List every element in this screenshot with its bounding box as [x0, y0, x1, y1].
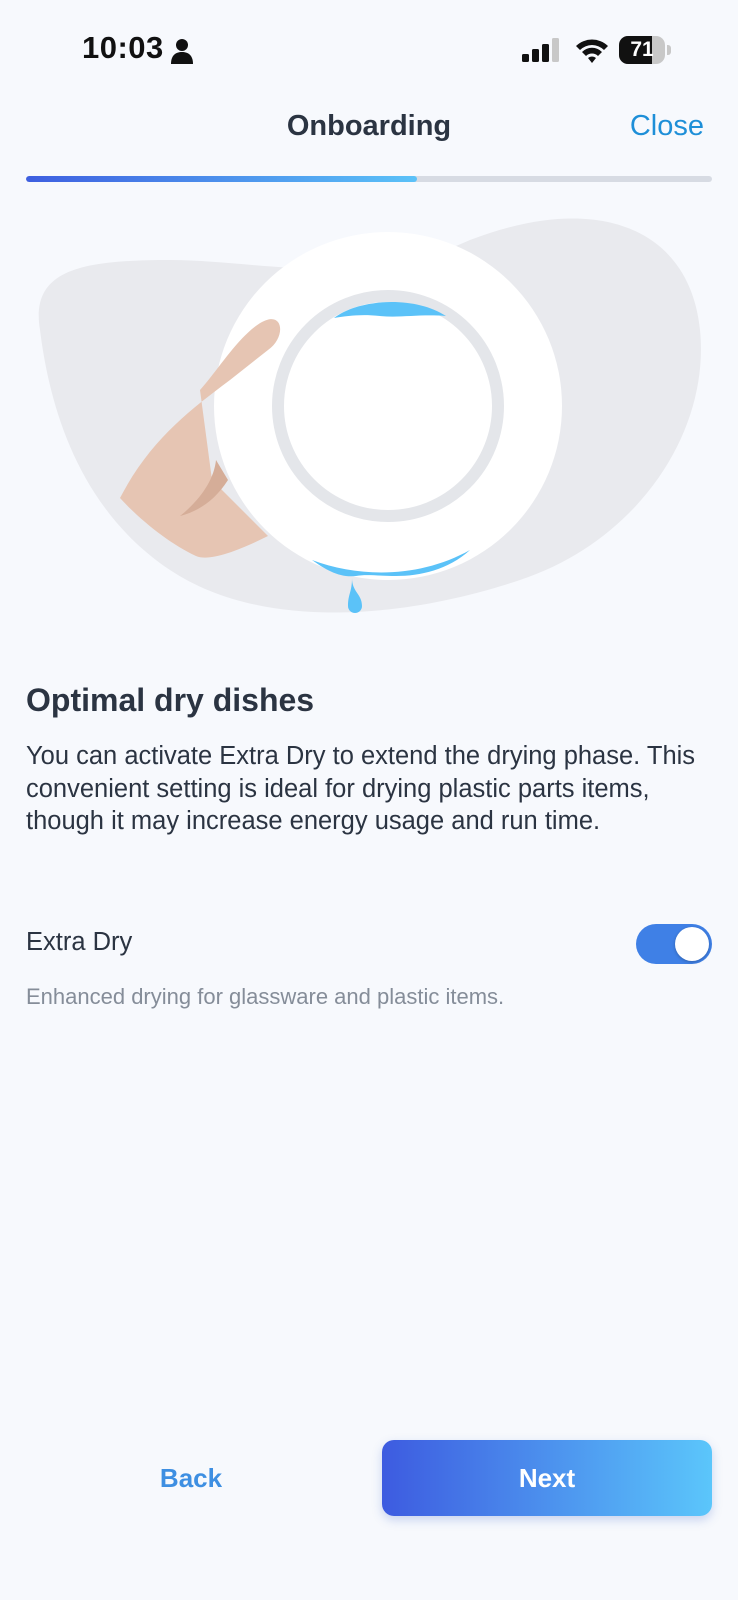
battery-icon: 71 — [619, 36, 671, 64]
page-title: Onboarding — [286, 110, 452, 142]
extra-dry-toggle[interactable] — [636, 924, 712, 964]
section-title: Optimal dry dishes — [26, 682, 315, 718]
extra-dry-label: Extra Dry — [26, 928, 133, 956]
section-description: You can activate Extra Dry to extend the… — [26, 742, 696, 835]
toggle-knob — [675, 927, 709, 961]
extra-dry-helper-text: Enhanced drying for glassware and plasti… — [26, 984, 505, 1009]
status-bar: 10:03 71 — [0, 0, 738, 100]
signal-icon — [522, 38, 559, 62]
progress-fill — [26, 176, 418, 182]
status-time: 10:03 — [82, 30, 164, 65]
wifi-icon — [576, 39, 608, 63]
close-button[interactable]: Close — [630, 110, 704, 143]
person-icon — [171, 39, 193, 64]
hand-holding-plate-illustration — [38, 218, 701, 613]
progress-bar — [26, 176, 712, 182]
battery-level: 71 — [630, 38, 654, 61]
next-button[interactable]: Next — [382, 1440, 712, 1516]
back-button[interactable]: Back — [100, 1440, 282, 1516]
